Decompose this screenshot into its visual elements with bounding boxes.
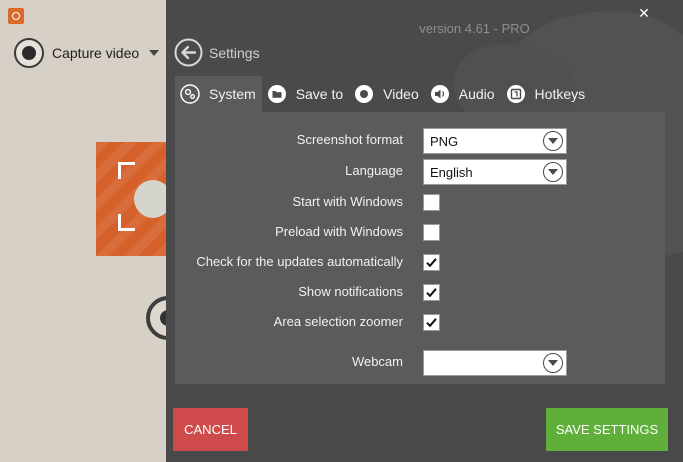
start-with-windows-row: Start with Windows	[175, 190, 665, 216]
preload-with-windows-checkbox[interactable]	[423, 224, 440, 241]
gears-icon	[180, 84, 200, 104]
app-logo-icon	[8, 8, 24, 24]
check-updates-label: Check for the updates automatically	[196, 254, 403, 269]
webcam-label: Webcam	[351, 354, 403, 369]
dialog-footer: CANCEL SAVE SETTINGS	[166, 400, 683, 462]
tab-video[interactable]: Video	[349, 76, 425, 112]
area-selection-zoomer-row: Area selection zoomer	[175, 310, 665, 336]
webcam-row: Webcam	[175, 350, 665, 376]
background-app: Capture video	[0, 0, 172, 462]
screenshot-tool-tile	[96, 142, 172, 256]
checkmark-icon	[426, 288, 437, 298]
tab-save-to-label: Save to	[295, 86, 344, 102]
cancel-button[interactable]: CANCEL	[173, 408, 248, 451]
screenshot-format-row: Screenshot format PNG	[175, 128, 665, 154]
area-selection-zoomer-checkbox[interactable]	[423, 314, 440, 331]
dropdown-arrow-icon	[543, 162, 563, 182]
tab-hotkeys[interactable]: Hotkeys	[501, 76, 592, 112]
check-updates-row: Check for the updates automatically	[175, 250, 665, 276]
tab-save-to[interactable]: Save to	[262, 76, 349, 112]
check-updates-checkbox[interactable]	[423, 254, 440, 271]
capture-video-button[interactable]: Capture video	[14, 38, 160, 68]
version-label: version 4.61 - PRO	[419, 21, 530, 36]
settings-tabs: System Save to Video Audio Hotkeys	[175, 76, 591, 112]
start-with-windows-checkbox[interactable]	[423, 194, 440, 211]
area-selection-zoomer-label: Area selection zoomer	[273, 314, 403, 329]
language-row: Language English	[175, 159, 665, 185]
save-settings-button[interactable]: SAVE SETTINGS	[546, 408, 668, 451]
show-notifications-label: Show notifications	[298, 284, 403, 299]
language-label: Language	[345, 163, 403, 178]
tab-video-label: Video	[383, 86, 419, 102]
preload-with-windows-row: Preload with Windows	[175, 220, 665, 246]
record-icon	[355, 85, 374, 103]
language-select[interactable]: English	[423, 159, 567, 185]
webcam-select[interactable]	[423, 350, 567, 376]
arrow-left-icon	[174, 38, 203, 67]
record-icon	[14, 38, 44, 68]
checkmark-icon	[426, 258, 437, 268]
language-value: English	[430, 165, 473, 180]
screenshot-format-select[interactable]: PNG	[423, 128, 567, 154]
preload-with-windows-label: Preload with Windows	[275, 224, 403, 239]
tab-audio-label: Audio	[458, 86, 495, 102]
speaker-icon	[430, 85, 449, 103]
tab-system-label: System	[209, 86, 256, 102]
close-icon[interactable]: ✕	[634, 3, 654, 23]
settings-title: Settings	[209, 45, 260, 61]
tab-audio[interactable]: Audio	[425, 76, 501, 112]
screenshot-format-label: Screenshot format	[296, 132, 403, 147]
dropdown-arrow-icon	[543, 353, 563, 373]
checkmark-icon	[426, 318, 437, 328]
system-settings-panel: Screenshot format PNG Language English S…	[175, 112, 665, 384]
folder-icon	[267, 85, 286, 103]
show-notifications-row: Show notifications	[175, 280, 665, 306]
back-button[interactable]	[174, 38, 203, 67]
tab-system[interactable]: System	[175, 76, 262, 112]
tab-hotkeys-label: Hotkeys	[534, 86, 586, 102]
show-notifications-checkbox[interactable]	[423, 284, 440, 301]
capture-video-label: Capture video	[52, 45, 140, 61]
chevron-down-icon[interactable]	[149, 50, 160, 56]
screenshot-format-value: PNG	[430, 134, 459, 149]
settings-dialog: version 4.61 - PRO ✕ Settings System Sav…	[166, 0, 683, 462]
dropdown-arrow-icon	[543, 131, 563, 151]
keyboard-key-icon	[506, 85, 525, 103]
start-with-windows-label: Start with Windows	[292, 194, 403, 209]
